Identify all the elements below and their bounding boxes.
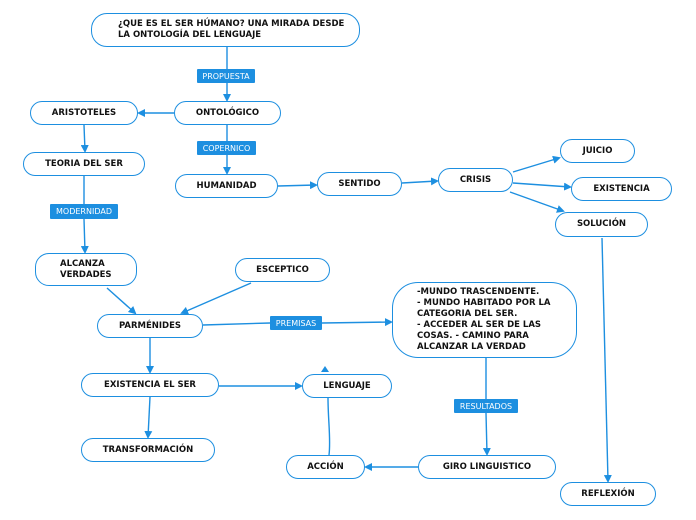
- node-esceptico[interactable]: ESCEPTICO: [235, 258, 330, 282]
- link-solucion-reflexion: [601, 237, 612, 483]
- node-existencia[interactable]: EXISTENCIA: [571, 177, 672, 201]
- node-ontologico[interactable]: ONTOLÓGICO: [174, 101, 281, 125]
- node-sentido[interactable]: SENTIDO: [317, 172, 402, 196]
- node-alcanza-verdades[interactable]: ALCANZA VERDADES: [35, 253, 137, 286]
- label-resultados[interactable]: RESULTADOS: [454, 399, 518, 413]
- link-premisas-box: [321, 318, 393, 327]
- label-premisas[interactable]: PREMISAS: [270, 316, 322, 330]
- node-teoria-del-ser[interactable]: TEORIA DEL SER: [23, 152, 145, 176]
- node-crisis[interactable]: CRISIS: [438, 168, 513, 192]
- link-resultados-giro: [482, 412, 491, 456]
- node-juicio[interactable]: JUICIO: [560, 139, 635, 163]
- link-crisis-existencia: [512, 182, 572, 191]
- node-parmenides[interactable]: PARMÉNIDES: [97, 314, 203, 338]
- label-copernico[interactable]: COPERNICO: [197, 141, 256, 155]
- node-aristoteles[interactable]: ARISTOTELES: [30, 101, 138, 125]
- link-sentido-crisis: [401, 177, 439, 186]
- node-lenguaje[interactable]: LENGUAJE: [302, 374, 392, 398]
- link-esceptico-parmenides: [180, 282, 252, 315]
- link-parmenides-premisas: [202, 322, 271, 326]
- link-accion-lenguaje: [327, 397, 331, 456]
- node-accion[interactable]: ACCIÓN: [286, 455, 365, 479]
- node-solucion[interactable]: SOLUCIÓN: [555, 212, 648, 237]
- concept-map: ¿QUE ES EL SER HÚMANO? UNA MIRADA DESDE …: [0, 0, 696, 520]
- node-existencia-el-ser[interactable]: EXISTENCIA EL SER: [81, 373, 219, 397]
- node-premisas-list[interactable]: -MUNDO TRASCENDENTE. - MUNDO HABITADO PO…: [392, 282, 577, 358]
- node-reflexion[interactable]: REFLEXIÓN: [560, 482, 656, 506]
- node-giro-linguistico[interactable]: GIRO LINGUISTICO: [418, 455, 556, 479]
- link-humanidad-sentido: [277, 181, 318, 190]
- link-existencia-transformacion: [144, 396, 153, 439]
- label-propuesta[interactable]: PROPUESTA: [197, 69, 255, 83]
- link-aristoteles-teoria: [80, 124, 89, 153]
- link-crisis-solucion: [509, 191, 565, 213]
- label-modernidad[interactable]: MODERNIDAD: [50, 204, 118, 219]
- arrowhead-lenguaje: [321, 366, 329, 372]
- node-humanidad[interactable]: HUMANIDAD: [175, 174, 278, 198]
- node-transformacion[interactable]: TRANSFORMACIÓN: [81, 438, 215, 462]
- node-title[interactable]: ¿QUE ES EL SER HÚMANO? UNA MIRADA DESDE …: [91, 13, 360, 47]
- link-crisis-juicio: [512, 155, 561, 173]
- link-modernidad-alcanza: [80, 218, 89, 254]
- link-alcanza-parmenides: [106, 287, 137, 315]
